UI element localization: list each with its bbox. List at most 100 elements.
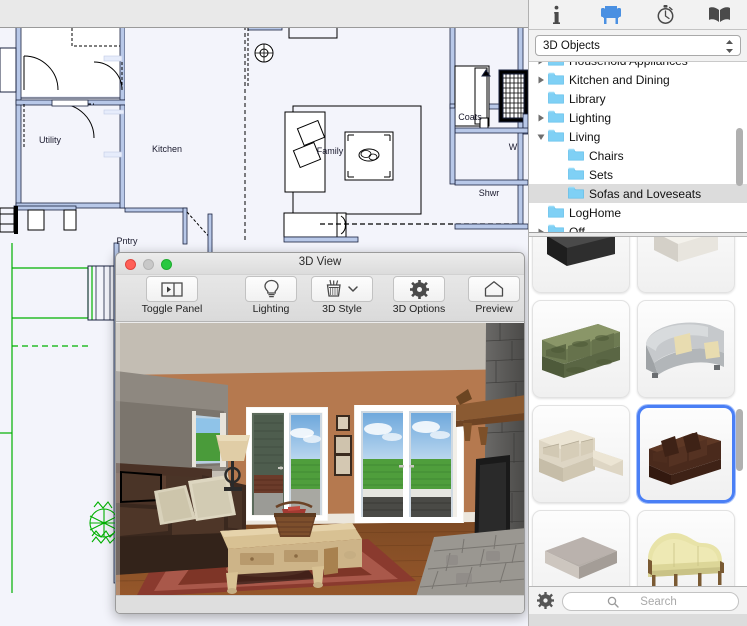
3d-options-label: 3D Options <box>392 303 446 315</box>
plan-top-strip <box>0 0 528 28</box>
tree-scrollbar-thumb[interactable] <box>736 128 743 186</box>
3d-view-toolbar: Toggle Panel Lighting 3D Style 3D Option… <box>116 275 524 322</box>
object-thumbnail[interactable] <box>532 405 630 503</box>
object-thumbnail[interactable] <box>637 510 735 586</box>
tree-item-label: Household Appliances <box>569 62 688 68</box>
sofa-cream-sectional-icon <box>533 406 629 502</box>
object-thumbnail[interactable] <box>532 300 630 398</box>
panel-bottom-strip <box>529 614 747 626</box>
chevron-right-icon[interactable] <box>537 222 548 232</box>
3d-style-button[interactable]: 3D Style <box>306 276 378 315</box>
room-label: Utility <box>39 135 61 145</box>
category-tree[interactable]: Household Appliances Kitchen and Dining Li… <box>529 61 747 233</box>
tree-item-sets[interactable]: Sets <box>529 165 747 184</box>
room-label: Family <box>317 146 344 156</box>
3d-scene <box>116 323 524 597</box>
object-thumbnail-area[interactable] <box>529 237 747 586</box>
tab-library[interactable] <box>700 2 740 28</box>
3d-render-viewport[interactable] <box>116 323 524 597</box>
category-select-value: 3D Objects <box>543 39 600 52</box>
object-thumbnail[interactable] <box>532 237 630 293</box>
tree-item-loghome[interactable]: LogHome <box>529 203 747 222</box>
category-select-wrapper: 3D Objects <box>529 30 747 61</box>
tree-item-lighting[interactable]: Lighting <box>529 108 747 127</box>
folder-icon <box>548 224 565 232</box>
lightbulb-icon <box>245 276 297 302</box>
grid-scrollbar-thumb[interactable] <box>736 409 743 471</box>
tree-item-label: Chairs <box>589 148 624 163</box>
3d-style-label: 3D Style <box>322 303 362 315</box>
gear-icon <box>393 276 445 302</box>
folder-icon <box>568 148 585 164</box>
preview-label: Preview <box>475 303 513 315</box>
room-label: Shwr <box>479 188 500 198</box>
ottoman-grey-icon <box>533 511 629 586</box>
folder-icon <box>548 72 565 88</box>
object-thumbnail[interactable] <box>532 510 630 586</box>
tree-item-label: Sofas and Loveseats <box>589 186 702 201</box>
search-placeholder: Search <box>640 595 677 608</box>
tree-item-label: LogHome <box>569 205 622 220</box>
tree-item-household-appliances[interactable]: Household Appliances <box>529 62 747 70</box>
tree-item-sofas-and-loveseats[interactable]: Sofas and Loveseats <box>529 184 747 203</box>
application-window: UtilityKitchenPntryFamilyCoatsWShwrBath … <box>0 0 747 626</box>
object-thumbnail[interactable] <box>637 405 735 503</box>
grid-scrollbar[interactable] <box>734 239 745 583</box>
preview-button[interactable]: Preview <box>464 276 524 315</box>
lighting-button[interactable]: Lighting <box>238 276 304 315</box>
search-input[interactable]: Search <box>562 592 739 611</box>
room-label: W <box>509 142 518 152</box>
chevron-right-icon[interactable] <box>537 70 548 89</box>
folder-icon <box>548 62 565 69</box>
tree-item-living[interactable]: Living <box>529 127 747 146</box>
stopwatch-icon <box>657 5 674 24</box>
folder-icon <box>548 91 565 107</box>
settee-yellow-icon <box>638 511 734 586</box>
tree-item-chairs[interactable]: Chairs <box>529 146 747 165</box>
tree-item-off[interactable]: Off <box>529 222 747 233</box>
tree-item-kitchen-and-dining[interactable]: Kitchen and Dining <box>529 70 747 89</box>
tree-scrollbar[interactable] <box>734 64 745 232</box>
folder-icon <box>548 110 565 126</box>
chevron-right-icon[interactable] <box>537 108 548 127</box>
sofa-green-camo-icon <box>533 301 629 397</box>
tree-item-library[interactable]: Library <box>529 89 747 108</box>
room-label: Kitchen <box>152 144 182 154</box>
window-title: 3D View <box>298 256 342 268</box>
object-thumbnail[interactable] <box>637 237 735 293</box>
toggle-panel-button[interactable]: Toggle Panel <box>124 276 220 315</box>
tab-objects[interactable] <box>591 2 631 28</box>
tree-item-label: Off <box>569 224 585 233</box>
brush-cup-icon <box>311 276 373 302</box>
sofa-dark-1-icon <box>533 237 629 292</box>
3d-window-status-bar <box>116 595 524 613</box>
3d-view-titlebar[interactable]: 3D View <box>116 253 524 275</box>
info-icon <box>552 5 560 24</box>
folder-icon <box>548 205 565 221</box>
panel-icon <box>146 276 198 302</box>
armchair-icon <box>600 5 621 24</box>
category-tree-rows: Household Appliances Kitchen and Dining Li… <box>529 62 747 233</box>
tab-history[interactable] <box>645 2 685 28</box>
object-thumbnail-grid <box>532 237 736 586</box>
sofa-brown-selected-icon <box>640 408 732 500</box>
chevron-right-icon[interactable] <box>537 62 548 70</box>
tree-item-label: Lighting <box>569 110 612 125</box>
tree-item-label: Living <box>569 129 601 144</box>
3d-options-button[interactable]: 3D Options <box>378 276 460 315</box>
home-icon <box>468 276 520 302</box>
settings-gear-icon[interactable] <box>537 591 554 612</box>
lighting-label: Lighting <box>252 303 290 315</box>
magnifier-icon <box>607 596 619 611</box>
chevron-down-icon[interactable] <box>537 127 548 146</box>
room-label: Coats <box>458 112 482 122</box>
3d-view-window[interactable]: 3D View Toggle Panel Lighting 3D Style 3… <box>115 252 525 614</box>
tab-info[interactable] <box>536 2 576 28</box>
object-thumbnail[interactable] <box>637 300 735 398</box>
category-select[interactable]: 3D Objects <box>535 35 741 56</box>
folder-icon <box>568 167 585 183</box>
